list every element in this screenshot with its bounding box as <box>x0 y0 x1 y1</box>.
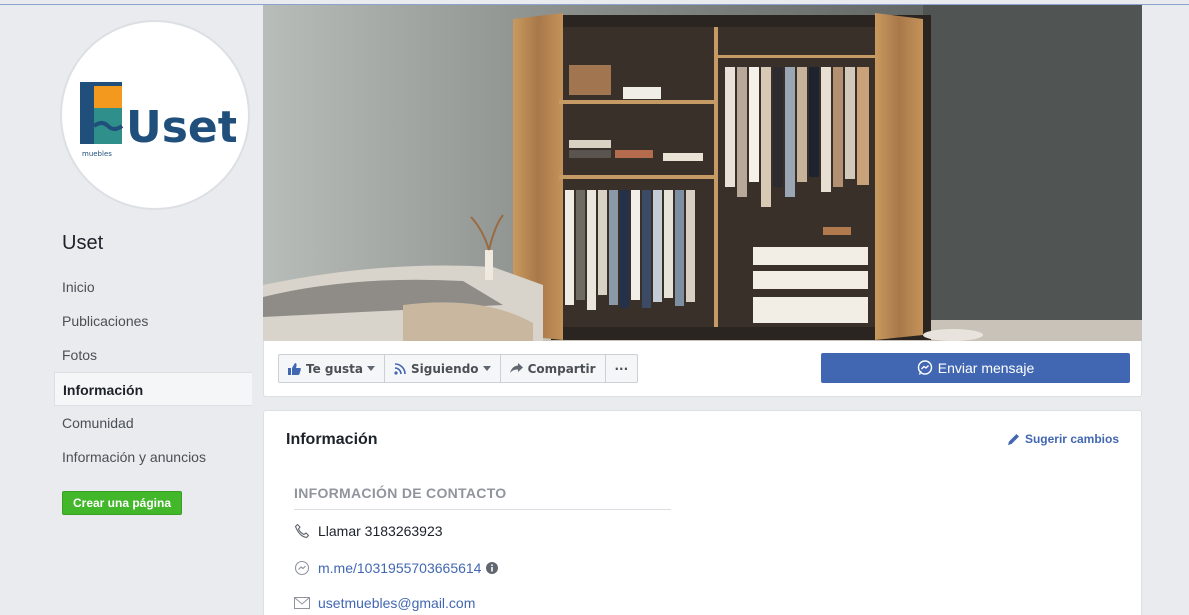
create-page-button[interactable]: Crear una página <box>62 491 182 515</box>
divider <box>294 509 671 510</box>
chevron-down-icon <box>367 366 376 371</box>
svg-text:muebles: muebles <box>82 150 112 158</box>
phone-icon <box>294 523 310 539</box>
action-button-group: Te gusta Siguiendo Compartir ··· <box>278 354 639 383</box>
pencil-icon <box>1007 433 1020 445</box>
info-circle-icon[interactable] <box>486 562 499 574</box>
page-name[interactable]: Uset <box>62 232 103 255</box>
suggest-edits-link[interactable]: Sugerir cambios <box>1007 432 1119 446</box>
like-label: Te gusta <box>306 361 364 376</box>
thumbs-up-icon <box>288 362 301 375</box>
send-message-button[interactable]: Enviar mensaje <box>821 353 1130 383</box>
more-options-button[interactable]: ··· <box>604 354 639 383</box>
phone-label: Llamar 3183263923 <box>318 523 443 539</box>
rss-icon <box>394 362 406 375</box>
suggest-edits-label: Sugerir cambios <box>1024 432 1119 446</box>
share-button[interactable]: Compartir <box>499 354 606 383</box>
nav-item-fotos[interactable]: Fotos <box>54 338 252 372</box>
messenger-link[interactable]: m.me/1031955703665614 <box>318 560 481 576</box>
share-arrow-icon <box>509 363 523 374</box>
page-nav: Inicio Publicaciones Fotos Información C… <box>54 270 252 474</box>
nav-item-inicio[interactable]: Inicio <box>54 270 252 304</box>
like-button[interactable]: Te gusta <box>278 354 386 383</box>
messenger-row[interactable]: m.me/1031955703665614 <box>294 560 499 576</box>
following-label: Siguiendo <box>411 361 479 376</box>
nav-item-informacion[interactable]: Información <box>54 372 252 406</box>
info-card: Información Sugerir cambios INFORMACIÓN … <box>263 410 1142 615</box>
nav-item-comunidad[interactable]: Comunidad <box>54 406 252 440</box>
nav-item-informacion-y-anuncios[interactable]: Información y anuncios <box>54 440 252 474</box>
chevron-down-icon <box>482 366 491 371</box>
profile-picture[interactable]: Uset muebles <box>60 20 250 210</box>
left-column: Uset muebles Uset Inicio Publicaciones F… <box>54 0 252 615</box>
nav-item-publicaciones[interactable]: Publicaciones <box>54 304 252 338</box>
cover-photo[interactable] <box>263 5 1142 341</box>
page-action-bar: Te gusta Siguiendo Compartir ··· Enviar … <box>263 341 1142 397</box>
contact-info-header: INFORMACIÓN DE CONTACTO <box>294 485 507 501</box>
more-label: ··· <box>614 361 629 376</box>
send-message-label: Enviar mensaje <box>937 360 1035 376</box>
phone-row[interactable]: Llamar 3183263923 <box>294 523 443 539</box>
share-label: Compartir <box>527 361 596 376</box>
svg-text:Uset: Uset <box>126 102 236 153</box>
email-link[interactable]: usetmuebles@gmail.com <box>318 595 475 611</box>
uset-logo: Uset muebles <box>80 82 236 158</box>
messenger-icon <box>294 560 310 576</box>
following-button[interactable]: Siguiendo <box>384 354 501 383</box>
cover-illustration <box>263 5 1142 341</box>
messenger-icon <box>917 360 933 376</box>
email-row[interactable]: usetmuebles@gmail.com <box>294 595 475 611</box>
info-title: Información <box>286 431 378 448</box>
envelope-icon <box>294 597 310 609</box>
